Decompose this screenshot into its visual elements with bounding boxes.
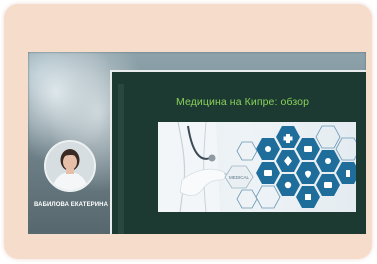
speaker-avatar	[44, 140, 96, 192]
video-player[interactable]: Медицина на Кипре: обзор MEDICAL ВАБИЛОВ…	[28, 52, 366, 234]
slide-medical-image: MEDICAL	[158, 122, 356, 212]
slide-title: Медицина на Кипре: обзор	[176, 96, 310, 108]
speaker-name-label: ВАБИЛОВА ЕКАТЕРИНА	[34, 202, 109, 208]
video-card: Медицина на Кипре: обзор MEDICAL ВАБИЛОВ…	[4, 4, 372, 259]
presentation-slide: Медицина на Кипре: обзор MEDICAL	[110, 70, 366, 234]
speaker-portrait	[46, 142, 94, 190]
slide-accent-bar	[118, 84, 124, 234]
medical-label: MEDICAL	[229, 175, 250, 180]
medical-hexagon-illustration: MEDICAL	[158, 122, 356, 212]
speaker-tile: ВАБИЛОВА ЕКАТЕРИНА	[34, 136, 109, 212]
